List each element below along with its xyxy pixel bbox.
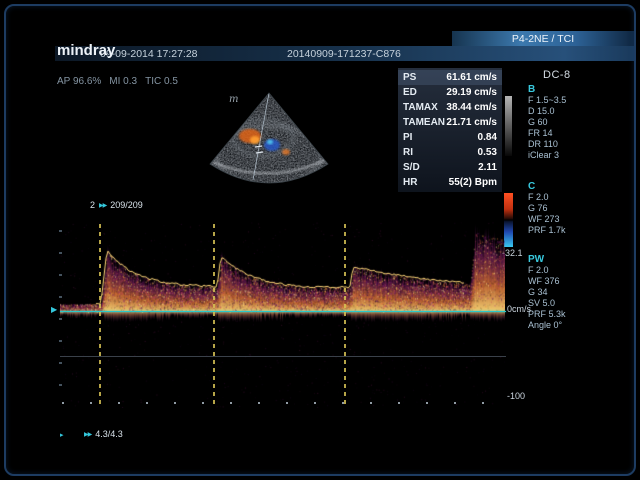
- param-pw-gain: G 34: [528, 287, 566, 298]
- measurement-row: PI 0.84: [398, 130, 502, 145]
- param-pw-angle: Angle 0°: [528, 320, 566, 331]
- measurement-value: 61.61 cm/s: [446, 72, 497, 83]
- param-b-framerate: FR 14: [528, 128, 566, 139]
- color-scale-value: -32.1: [502, 248, 523, 258]
- probe-indicator-bar: P4-2NE / TCI: [452, 31, 634, 47]
- cine-counter-value: 209/209: [110, 200, 143, 210]
- sidebar-section-b: B F 1.5~3.5 D 15.0 G 60 FR 14 DR 110 iCl…: [528, 84, 566, 161]
- param-c-prf: PRF 1.7k: [528, 225, 566, 236]
- measurement-value: 55(2) Bpm: [449, 177, 497, 188]
- sidebar-section-c: C F 2.0 G 76 WF 273 PRF 1.7k: [528, 181, 566, 236]
- measurement-value: 0.84: [478, 132, 497, 143]
- param-b-iclear: iClear 3: [528, 150, 566, 161]
- cine-frame-counter: 2 ▶▶ 209/209: [90, 200, 143, 210]
- mindray-logo: mindray: [57, 42, 115, 59]
- pw-spectral-trace: [60, 222, 505, 408]
- param-b-depth: D 15.0: [528, 106, 566, 117]
- measurement-label: S/D: [403, 162, 420, 173]
- acoustic-power-label: AP 96.6%: [57, 76, 101, 87]
- measurement-panel: PS 61.61 cm/s ED 29.19 cm/s TAMAX 38.44 …: [398, 68, 502, 192]
- mechanical-index-label: MI 0.3: [109, 76, 137, 87]
- thermal-index-label: TIC 0.5: [145, 76, 178, 87]
- section-c-header: C: [528, 181, 566, 192]
- ultrasound-screen: P4-2NE / TCI 09-09-2014 17:27:28 2014090…: [0, 0, 640, 480]
- time-axis-ticks: [62, 402, 506, 404]
- measurement-value: 0.53: [478, 147, 497, 158]
- measure-cursor[interactable]: [99, 224, 101, 405]
- param-pw-frequency: F 2.0: [528, 265, 566, 276]
- measurement-value: 29.19 cm/s: [446, 87, 497, 98]
- grayscale-bar: [505, 96, 512, 156]
- measurement-row: TAMAX 38.44 cm/s: [398, 100, 502, 115]
- measurement-row: S/D 2.11: [398, 160, 502, 175]
- color-doppler-scale-bar: [504, 193, 513, 247]
- param-c-frequency: F 2.0: [528, 192, 566, 203]
- bmode-sector-image: [193, 90, 345, 190]
- doppler-baseline: [60, 311, 506, 312]
- probe-label: P4-2NE / TCI: [512, 33, 574, 45]
- section-b-header: B: [528, 84, 566, 95]
- velocity-ruler: [59, 230, 62, 406]
- section-pw-header: PW: [528, 254, 566, 265]
- param-pw-prf: PRF 5.3k: [528, 309, 566, 320]
- measurement-value: 21.71 cm/s: [446, 117, 497, 128]
- sweep-icon: ▶▶: [84, 431, 91, 438]
- param-b-frequency: F 1.5~3.5: [528, 95, 566, 106]
- measurement-value: 38.44 cm/s: [446, 102, 497, 113]
- measurement-label: PS: [403, 72, 416, 83]
- measurement-label: ED: [403, 87, 417, 98]
- measurement-row: PS 61.61 cm/s: [398, 70, 502, 85]
- measurement-row: HR 55(2) Bpm: [398, 175, 502, 190]
- param-c-wall-filter: WF 273: [528, 214, 566, 225]
- measure-cursor[interactable]: [213, 224, 215, 405]
- param-b-dynamic-range: DR 110: [528, 139, 566, 150]
- measurement-label: PI: [403, 132, 412, 143]
- measure-cursor[interactable]: [344, 224, 346, 405]
- sidebar-section-pw: PW F 2.0 WF 376 G 34 SV 5.0 PRF 5.3k Ang…: [528, 254, 566, 331]
- cine-icon: ▶▶: [99, 202, 106, 209]
- measurement-row: RI 0.53: [398, 145, 502, 160]
- baseline-velocity-label: 0cm/s: [507, 304, 531, 314]
- exam-id-label: 20140909-171237-C876: [287, 48, 401, 60]
- acoustic-output-bar: AP 96.6% MI 0.3 TIC 0.5: [57, 76, 178, 87]
- measurement-label: TAMAX: [403, 102, 438, 113]
- baseline-marker-icon: ▶: [51, 305, 57, 314]
- measurement-row: TAMEAN 21.71 cm/s: [398, 115, 502, 130]
- measurement-label: HR: [403, 177, 417, 188]
- measurement-label: TAMEAN: [403, 117, 445, 128]
- min-velocity-label: -100: [507, 391, 525, 401]
- sweep-time-indicator: ▶▶ 4.3/4.3: [84, 429, 123, 439]
- frame-number: 2: [90, 200, 95, 210]
- param-pw-wall-filter: WF 376: [528, 276, 566, 287]
- param-pw-sample-volume: SV 5.0: [528, 298, 566, 309]
- measurement-label: RI: [403, 147, 413, 158]
- system-model-label: DC-8: [543, 69, 571, 81]
- velocity-gridline: [60, 356, 506, 357]
- measurement-row: ED 29.19 cm/s: [398, 85, 502, 100]
- param-b-gain: G 60: [528, 117, 566, 128]
- measurement-value: 2.11: [478, 162, 497, 173]
- param-c-gain: G 76: [528, 203, 566, 214]
- sweep-time-value: 4.3/4.3: [95, 429, 123, 439]
- sweep-marker-icon: ▸: [60, 431, 64, 439]
- orientation-marker: m: [229, 94, 238, 105]
